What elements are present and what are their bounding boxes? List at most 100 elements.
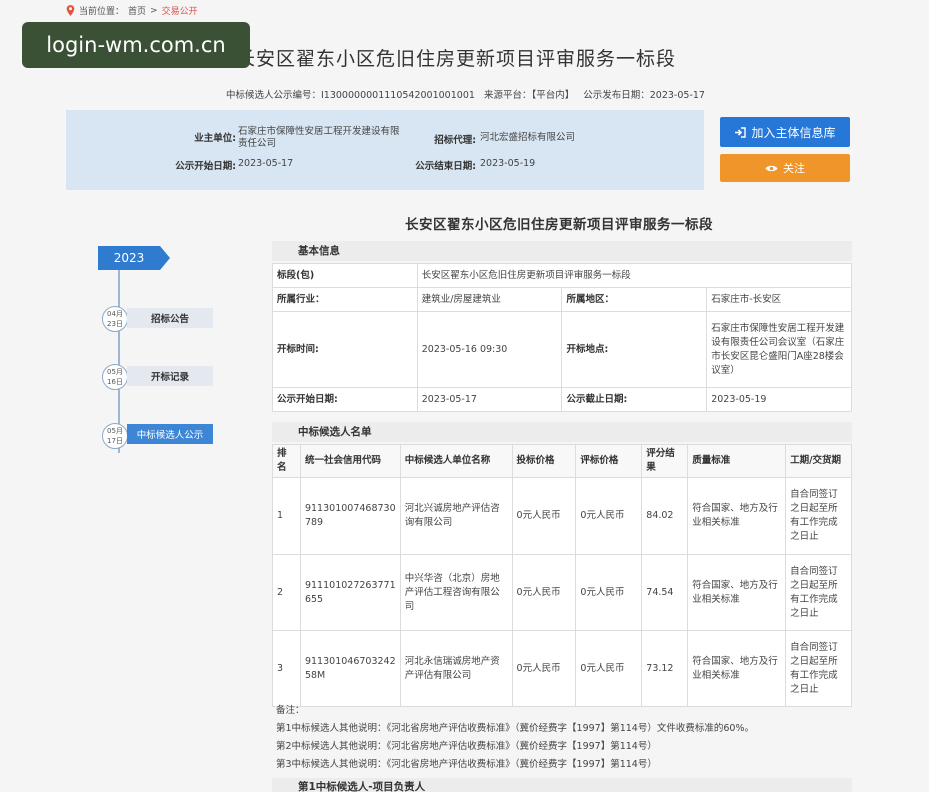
basic-info-header: 基本信息 [272, 241, 852, 261]
page: 当前位置： 首页 > 交易公开 login-wm.com.cn 长安区翟东小区危… [0, 0, 929, 792]
sign-in-icon [735, 126, 747, 138]
location-pin-icon [66, 5, 75, 16]
breadcrumb-label: 当前位置： [79, 7, 125, 17]
table-row: 3 91130104670324258M 河北永信瑞诚房地产资产评估有限公司 0… [272, 630, 852, 707]
score-cell: 84.02 [641, 477, 689, 555]
eye-icon [765, 165, 778, 171]
basic-info-table: 标段(包) 长安区翟东小区危旧住房更新项目评审服务一标段 所属行业： 建筑业/房… [272, 263, 853, 412]
region-label: 所属地区： [561, 287, 708, 312]
pub-end-value: 2023-05-19 [706, 387, 852, 412]
join-entity-db-button[interactable]: 加入主体信息库 [720, 117, 850, 147]
timeline-date-1: 04月 23日 [102, 306, 128, 332]
timeline-date-3: 05月 17日 [102, 423, 128, 449]
page-title: 长安区翟东小区危旧住房更新项目评审服务一标段 [236, 48, 677, 70]
project-info-box: 业主单位: 石家庄市保障性安居工程开发建设有限责任公司 招标代理: 河北宏盛招标… [66, 110, 704, 190]
col-quality: 质量标准 [687, 444, 787, 478]
start-date-label: 公示开始日期: [175, 161, 236, 172]
timeline-year: 2023 [98, 246, 170, 270]
notice-meta: 中标候选人公示编号：I13000000011105420010010​01 来源… [226, 87, 711, 101]
breadcrumb-sep: > [150, 5, 158, 16]
note-line-1: 第1中标候选人其他说明：《河北省房地产评估收费标准》（冀价经费字【1997】第1… [276, 723, 754, 734]
note-line-2: 第2中标候选人其他说明：《河北省房地产评估收费标准》（冀价经费字【1997】第1… [276, 741, 657, 752]
project-lead-header: 第1中标候选人-项目负责人 [272, 778, 852, 792]
timeline-item-candidate-notice[interactable]: 中标候选人公示 [127, 424, 213, 444]
breadcrumb-home[interactable]: 首页 [128, 4, 146, 17]
publish-date: 公示发布日期：2023-05-17 [583, 90, 705, 101]
bid-section-value: 长安区翟东小区危旧住房更新项目评审服务一标段 [416, 263, 853, 288]
table-row: 1 911301007468730789 河北兴诚房地产评估咨询有限公司 0元人… [272, 477, 852, 555]
end-date-value: 2023-05-19 [480, 158, 536, 169]
pub-start-label: 公示开始日期: [272, 387, 418, 412]
rank-cell: 2 [272, 554, 301, 631]
agent-label: 招标代理: [434, 135, 476, 146]
candidates-table: 排名 统一社会信用代码 中标候选人单位名称 投标价格 评标价格 评分结果 质量标… [272, 444, 852, 707]
name-cell: 中兴华咨（北京）房地产评估工程咨询有限公司 [399, 554, 513, 631]
table-row: 2 911101027263771655 中兴华咨（北京）房地产评估工程咨询有限… [272, 554, 852, 631]
agent-value: 河北宏盛招标有限公司 [480, 132, 576, 143]
col-name: 中标候选人单位名称 [399, 444, 513, 478]
score-cell: 74.54 [641, 554, 689, 631]
source-platform: 来源平台：【平台内】 [483, 90, 575, 101]
bid-cell: 0元人民币 [511, 630, 577, 707]
code-cell: 91130104670324258M [299, 630, 401, 707]
pub-start-value: 2023-05-17 [416, 387, 563, 412]
bid-cell: 0元人民币 [511, 554, 577, 631]
code-cell: 911101027263771655 [299, 554, 401, 631]
eval-cell: 0元人民币 [575, 630, 643, 707]
owner-label: 业主单位: [194, 133, 236, 144]
eval-cell: 0元人民币 [575, 554, 643, 631]
name-cell: 河北永信瑞诚房地产资产评估有限公司 [399, 630, 513, 707]
score-cell: 73.12 [641, 630, 689, 707]
quality-cell: 符合国家、地方及行业相关标准 [687, 554, 787, 631]
col-bid-price: 投标价格 [511, 444, 577, 478]
col-rank: 排名 [272, 444, 301, 478]
rank-cell: 3 [272, 630, 301, 707]
open-time-label: 开标时间: [272, 311, 418, 388]
section-title: 长安区翟东小区危旧住房更新项目评审服务一标段 [405, 217, 713, 233]
quality-cell: 符合国家、地方及行业相关标准 [687, 477, 787, 555]
pub-end-label: 公示截止日期: [561, 387, 708, 412]
open-place-value: 石家庄市保障性安居工程开发建设有限责任公司会议室（石家庄市长安区昆仑盛阳门A座2… [706, 311, 852, 388]
bid-section-label: 标段(包) [272, 263, 418, 288]
owner-value: 石家庄市保障性安居工程开发建设有限责任公司 [238, 126, 400, 149]
period-cell: 自合同签订之日起至所有工作完成之日止 [785, 630, 852, 707]
name-cell: 河北兴诚房地产评估咨询有限公司 [399, 477, 513, 555]
timeline-date-month: 05月 [107, 368, 123, 376]
watermark: login-wm.com.cn [22, 22, 250, 68]
bid-cell: 0元人民币 [511, 477, 577, 555]
candidates-header: 中标候选人名单 [272, 422, 852, 442]
notes: 备注： 第1中标候选人其他说明：《河北省房地产评估收费标准》（冀价经费字【199… [276, 702, 754, 774]
follow-button[interactable]: 关注 [720, 154, 850, 182]
quality-cell: 符合国家、地方及行业相关标准 [687, 630, 787, 707]
notes-label: 备注： [276, 705, 305, 716]
timeline-date-day: 17日 [107, 437, 123, 445]
col-credit-code: 统一社会信用代码 [299, 444, 401, 478]
period-cell: 自合同签订之日起至所有工作完成之日止 [785, 554, 852, 631]
industry-value: 建筑业/房屋建筑业 [416, 287, 563, 312]
open-place-label: 开标地点: [561, 311, 708, 388]
region-value: 石家庄市-长安区 [706, 287, 852, 312]
breadcrumb-current[interactable]: 交易公开 [162, 4, 198, 17]
follow-button-label: 关注 [783, 162, 805, 175]
timeline-item-opening-record[interactable]: 开标记录 [127, 366, 213, 386]
col-score: 评分结果 [641, 444, 689, 478]
join-button-label: 加入主体信息库 [751, 125, 836, 140]
col-eval-price: 评标价格 [575, 444, 643, 478]
start-date-value: 2023-05-17 [238, 158, 294, 169]
end-date-label: 公示结束日期: [415, 161, 476, 172]
industry-label: 所属行业： [272, 287, 418, 312]
col-period: 工期/交货期 [785, 444, 852, 478]
timeline-date-day: 23日 [107, 320, 123, 328]
timeline-item-bid-notice[interactable]: 招标公告 [127, 308, 213, 328]
period-cell: 自合同签订之日起至所有工作完成之日止 [785, 477, 852, 555]
rank-cell: 1 [272, 477, 301, 555]
open-time-value: 2023-05-16 09:30 [416, 311, 563, 388]
eval-cell: 0元人民币 [575, 477, 643, 555]
timeline-date-month: 05月 [107, 427, 123, 435]
timeline-date-month: 04月 [107, 310, 123, 318]
note-line-3: 第3中标候选人其他说明：《河北省房地产评估收费标准》（冀价经费字【1997】第1… [276, 759, 657, 770]
timeline-date-day: 16日 [107, 378, 123, 386]
notice-number: 中标候选人公示编号：I13000000011105420010010​01 [226, 90, 475, 101]
code-cell: 911301007468730789 [299, 477, 401, 555]
timeline-date-2: 05月 16日 [102, 364, 128, 390]
